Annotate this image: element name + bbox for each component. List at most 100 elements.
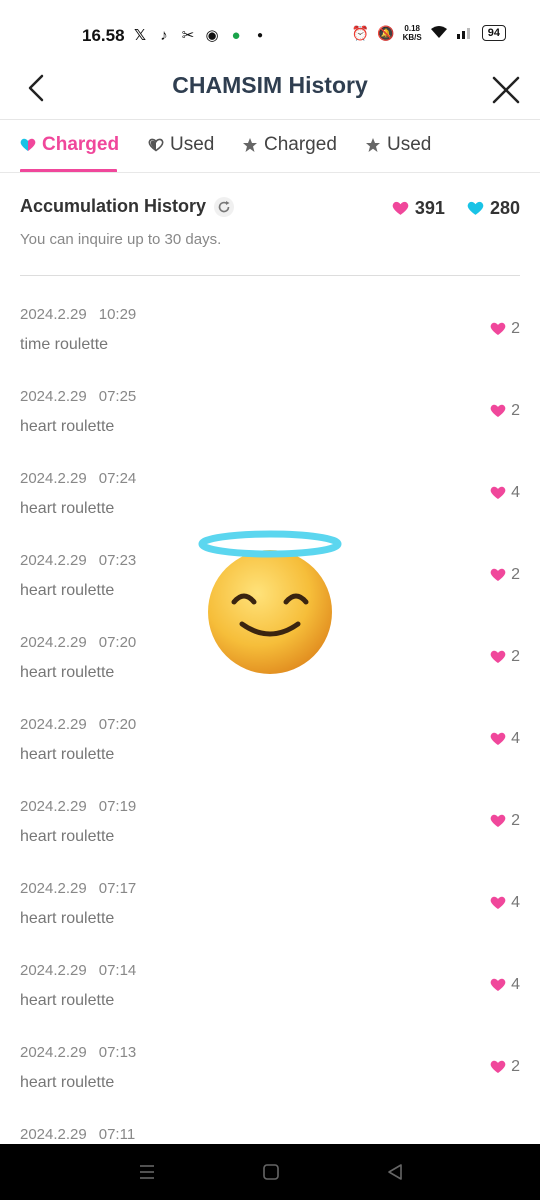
history-timestamp: 2024.2.29 07:13	[20, 1044, 136, 1061]
page-title: CHAMSIM History	[172, 72, 368, 98]
history-amount: 2	[490, 402, 520, 420]
app-leaf-icon: ●	[231, 26, 241, 44]
back-nav-button[interactable]	[383, 1160, 407, 1184]
history-timestamp: 2024.2.29 07:20	[20, 716, 136, 733]
pink-heart-icon	[490, 896, 506, 909]
history-row[interactable]: 2024.2.29 07:13 heart roulette 2	[20, 1038, 520, 1120]
history-row[interactable]: 2024.2.29 07:17 heart roulette 4	[20, 874, 520, 956]
tab-star-used[interactable]: Used	[365, 134, 431, 156]
status-time: 16.58	[82, 26, 125, 45]
history-amount-value: 2	[511, 320, 520, 337]
history-amount: 4	[490, 976, 520, 994]
history-description: heart roulette	[20, 1074, 115, 1091]
history-description: heart roulette	[20, 828, 115, 845]
accumulation-summary: Accumulation History You can inquire up …	[20, 196, 520, 248]
history-timestamp: 2024.2.29 10:29	[20, 306, 136, 323]
balance-counts: 391 280	[392, 198, 520, 219]
summary-note: You can inquire up to 30 days.	[20, 231, 222, 248]
history-description: heart roulette	[20, 582, 115, 599]
tab-label: Used	[387, 134, 432, 155]
cyan-heart-icon	[467, 201, 484, 215]
history-description: heart roulette	[20, 418, 115, 435]
pink-heart-icon	[490, 568, 506, 581]
history-amount-value: 2	[511, 812, 520, 829]
star-icon	[366, 138, 380, 152]
tab-star-charged[interactable]: Charged	[242, 134, 337, 156]
notification-icons: 𝕏 ♪ ✂ ◉ ● ●	[132, 26, 268, 45]
history-amount: 4	[490, 484, 520, 502]
history-time: 07:20	[98, 634, 137, 651]
history-amount-value: 2	[511, 566, 520, 583]
history-description: heart roulette	[20, 910, 115, 927]
history-timestamp: 2024.2.29 07:23	[20, 552, 136, 569]
home-button[interactable]	[259, 1160, 283, 1184]
pink-heart-icon	[490, 322, 506, 335]
history-row[interactable]: 2024.2.29 07:14 heart roulette 4	[20, 956, 520, 1038]
history-row[interactable]: 2024.2.29 07:25 heart roulette 2	[20, 382, 520, 464]
history-timestamp: 2024.2.29 07:11	[20, 1126, 135, 1143]
history-description: time roulette	[20, 336, 109, 353]
history-amount: 2	[490, 320, 520, 338]
history-tabs: Charged Used Charged Used	[0, 120, 540, 173]
history-amount-value: 2	[511, 1058, 520, 1075]
history-date: 2024.2.29	[20, 798, 87, 815]
menu-lines-icon	[140, 1165, 154, 1179]
capcut-icon: ✂	[181, 27, 195, 44]
heart-outline-icon	[148, 138, 164, 152]
pink-heart-icon	[490, 650, 506, 663]
history-amount: 2	[490, 812, 520, 830]
history-amount-value: 2	[511, 648, 520, 665]
pink-heart-count: 391	[392, 198, 445, 219]
history-amount-value: 4	[511, 976, 520, 993]
cyan-heart-count: 280	[467, 198, 520, 219]
wifi-icon	[430, 25, 448, 42]
history-description: heart roulette	[20, 992, 115, 1009]
battery-indicator: 94	[481, 25, 506, 41]
pink-heart-icon	[490, 486, 506, 499]
history-date: 2024.2.29	[20, 552, 87, 569]
tab-heart-used[interactable]: Used	[148, 134, 214, 156]
history-time: 07:17	[98, 880, 137, 897]
history-row[interactable]: 2024.2.29 10:29 time roulette 2	[20, 300, 520, 382]
tab-label: Charged	[42, 134, 120, 155]
history-row[interactable]: 2024.2.29 07:19 heart roulette 2	[20, 792, 520, 874]
history-date: 2024.2.29	[20, 716, 87, 733]
refresh-button[interactable]	[214, 196, 235, 217]
pink-heart-icon	[490, 814, 506, 827]
history-date: 2024.2.29	[20, 1044, 87, 1061]
history-description: heart roulette	[20, 500, 115, 517]
history-timestamp: 2024.2.29 07:14	[20, 962, 136, 979]
pink-heart-icon	[490, 404, 506, 417]
history-timestamp: 2024.2.29 07:24	[20, 470, 136, 487]
history-list: 2024.2.29 10:29 time roulette 2 2024.2.29 07:…	[20, 300, 520, 1202]
history-amount: 2	[490, 1058, 520, 1076]
smiling-halo-emoji-sticker	[196, 528, 344, 676]
history-description: heart roulette	[20, 664, 115, 681]
close-button[interactable]	[488, 72, 524, 108]
net-speed: 0.18 KB/S	[402, 24, 422, 42]
home-square-icon	[263, 1164, 279, 1180]
tab-heart-charged[interactable]: Charged	[20, 134, 119, 156]
refresh-icon	[218, 200, 230, 212]
history-time: 07:24	[98, 470, 137, 487]
history-time: 07:20	[98, 716, 137, 733]
history-date: 2024.2.29	[20, 306, 87, 323]
history-amount: 4	[490, 730, 520, 748]
app-header: CHAMSIM History	[0, 58, 540, 118]
alarm-icon: ⏰	[351, 24, 370, 41]
history-time: 07:19	[98, 798, 137, 815]
history-time: 07:14	[98, 962, 137, 979]
history-amount-value: 4	[511, 730, 520, 747]
pink-heart-icon	[490, 978, 506, 991]
pink-heart-icon	[392, 201, 409, 215]
history-timestamp: 2024.2.29 07:25	[20, 388, 136, 405]
history-amount-value: 4	[511, 484, 520, 501]
history-row[interactable]: 2024.2.29 07:20 heart roulette 4	[20, 710, 520, 792]
signal-icon	[456, 25, 474, 42]
history-date: 2024.2.29	[20, 1126, 87, 1143]
recents-button[interactable]	[135, 1160, 159, 1184]
history-timestamp: 2024.2.29 07:17	[20, 880, 136, 897]
tab-label: Charged	[264, 134, 337, 155]
tab-label: Used	[170, 134, 215, 155]
mute-icon: 🔕	[377, 24, 395, 41]
